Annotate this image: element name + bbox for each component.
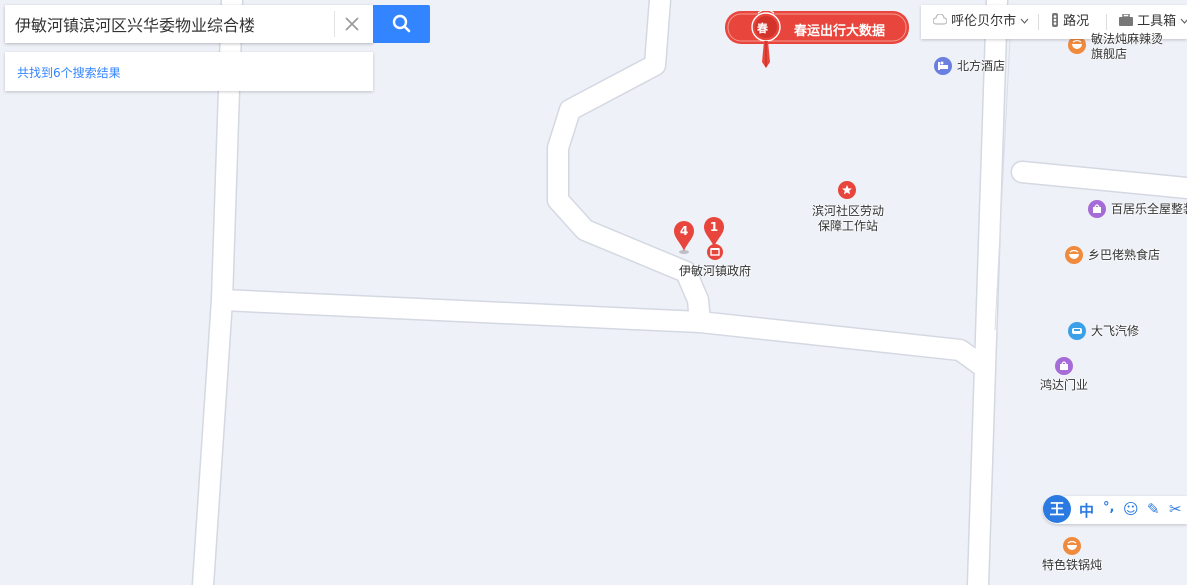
marker-1-number: 1 bbox=[710, 220, 718, 234]
emoji-icon[interactable]: ☺ bbox=[1123, 500, 1139, 518]
close-icon bbox=[345, 17, 359, 31]
ime-logo[interactable]: 王 bbox=[1043, 495, 1071, 523]
clear-search-button[interactable] bbox=[341, 13, 363, 35]
poi-label-flagship[interactable]: 敏法炖麻辣烫 旗舰店 bbox=[1091, 32, 1163, 62]
poi-label-xiangbalao[interactable]: 乡巴佬熟食店 bbox=[1088, 248, 1160, 263]
search-button[interactable] bbox=[373, 5, 430, 43]
ime-punctuation-toggle[interactable]: °, bbox=[1103, 500, 1114, 515]
shop-icon-hongda[interactable] bbox=[1055, 357, 1073, 375]
poi-label-hotel[interactable]: 北方酒店 bbox=[957, 59, 1005, 74]
banner-title: 春运出行大数据 bbox=[794, 24, 886, 39]
marker-4-number: 4 bbox=[680, 224, 688, 238]
food-icon-xiangbalao[interactable] bbox=[1065, 246, 1083, 264]
hotel-icon[interactable] bbox=[934, 57, 952, 75]
toolbox-icon bbox=[1119, 13, 1133, 26]
toolbar-divider bbox=[1106, 14, 1107, 30]
poi-label-government[interactable]: 伊敏河镇政府 bbox=[679, 264, 751, 279]
search-box bbox=[5, 5, 373, 43]
poi-label-baijule[interactable]: 百居乐全屋整装 bbox=[1111, 202, 1187, 217]
government-icon[interactable] bbox=[707, 244, 723, 260]
scissors-icon[interactable]: ✂ bbox=[1169, 500, 1182, 518]
traffic-light-icon bbox=[1052, 13, 1058, 27]
handwriting-icon[interactable]: ✎ bbox=[1147, 500, 1160, 518]
poi-label-line: 保障工作站 bbox=[818, 219, 879, 233]
search-result-panel: 共找到6个搜索结果 bbox=[5, 52, 373, 91]
road-east-north bbox=[975, 0, 1007, 378]
road-east-south bbox=[968, 358, 995, 585]
poi-label-labor-station[interactable]: 滨河社区劳动 保障工作站 bbox=[812, 204, 884, 234]
toolbox-label: 工具箱 bbox=[1137, 14, 1177, 29]
shop-icon-baijule[interactable] bbox=[1088, 200, 1106, 218]
toolbar-divider bbox=[1038, 14, 1039, 30]
food-icon-tese[interactable] bbox=[1063, 537, 1081, 555]
banner-spring-char: 春 bbox=[757, 22, 768, 35]
city-selector[interactable]: 呼伦贝尔市 bbox=[932, 5, 1029, 39]
poi-label-line: 敏法炖麻辣烫 bbox=[1091, 32, 1164, 46]
ime-toolbar: 王 中 °, ☺ ✎ ✂ bbox=[1043, 495, 1187, 524]
search-divider bbox=[334, 11, 335, 37]
search-icon bbox=[392, 14, 411, 33]
traffic-button[interactable]: 路况 bbox=[1051, 5, 1089, 39]
result-count-link[interactable]: 共找到6个搜索结果 bbox=[17, 64, 121, 81]
ime-chinese-mode[interactable]: 中 bbox=[1079, 500, 1094, 521]
cloud-icon bbox=[932, 13, 948, 25]
poi-labor-icon[interactable] bbox=[838, 181, 856, 199]
city-name: 呼伦贝尔市 bbox=[951, 14, 1017, 29]
car-repair-icon[interactable] bbox=[1068, 322, 1086, 340]
spring-travel-banner[interactable]: 春 春运出行大数据 bbox=[724, 7, 910, 70]
chevron-down-icon bbox=[1180, 18, 1187, 24]
chevron-down-icon bbox=[1020, 18, 1029, 24]
poi-label-line: 旗舰店 bbox=[1091, 47, 1128, 61]
search-input[interactable] bbox=[5, 5, 327, 43]
lantern-knot-icon bbox=[725, 7, 909, 68]
poi-label-line: 滨河社区劳动 bbox=[812, 204, 885, 218]
traffic-label: 路况 bbox=[1063, 14, 1090, 29]
poi-label-hongda[interactable]: 鸿达门业 bbox=[1040, 378, 1088, 393]
poi-label-tese[interactable]: 特色铁锅炖 bbox=[1042, 558, 1102, 573]
poi-label-dafei[interactable]: 大飞汽修 bbox=[1091, 324, 1139, 339]
